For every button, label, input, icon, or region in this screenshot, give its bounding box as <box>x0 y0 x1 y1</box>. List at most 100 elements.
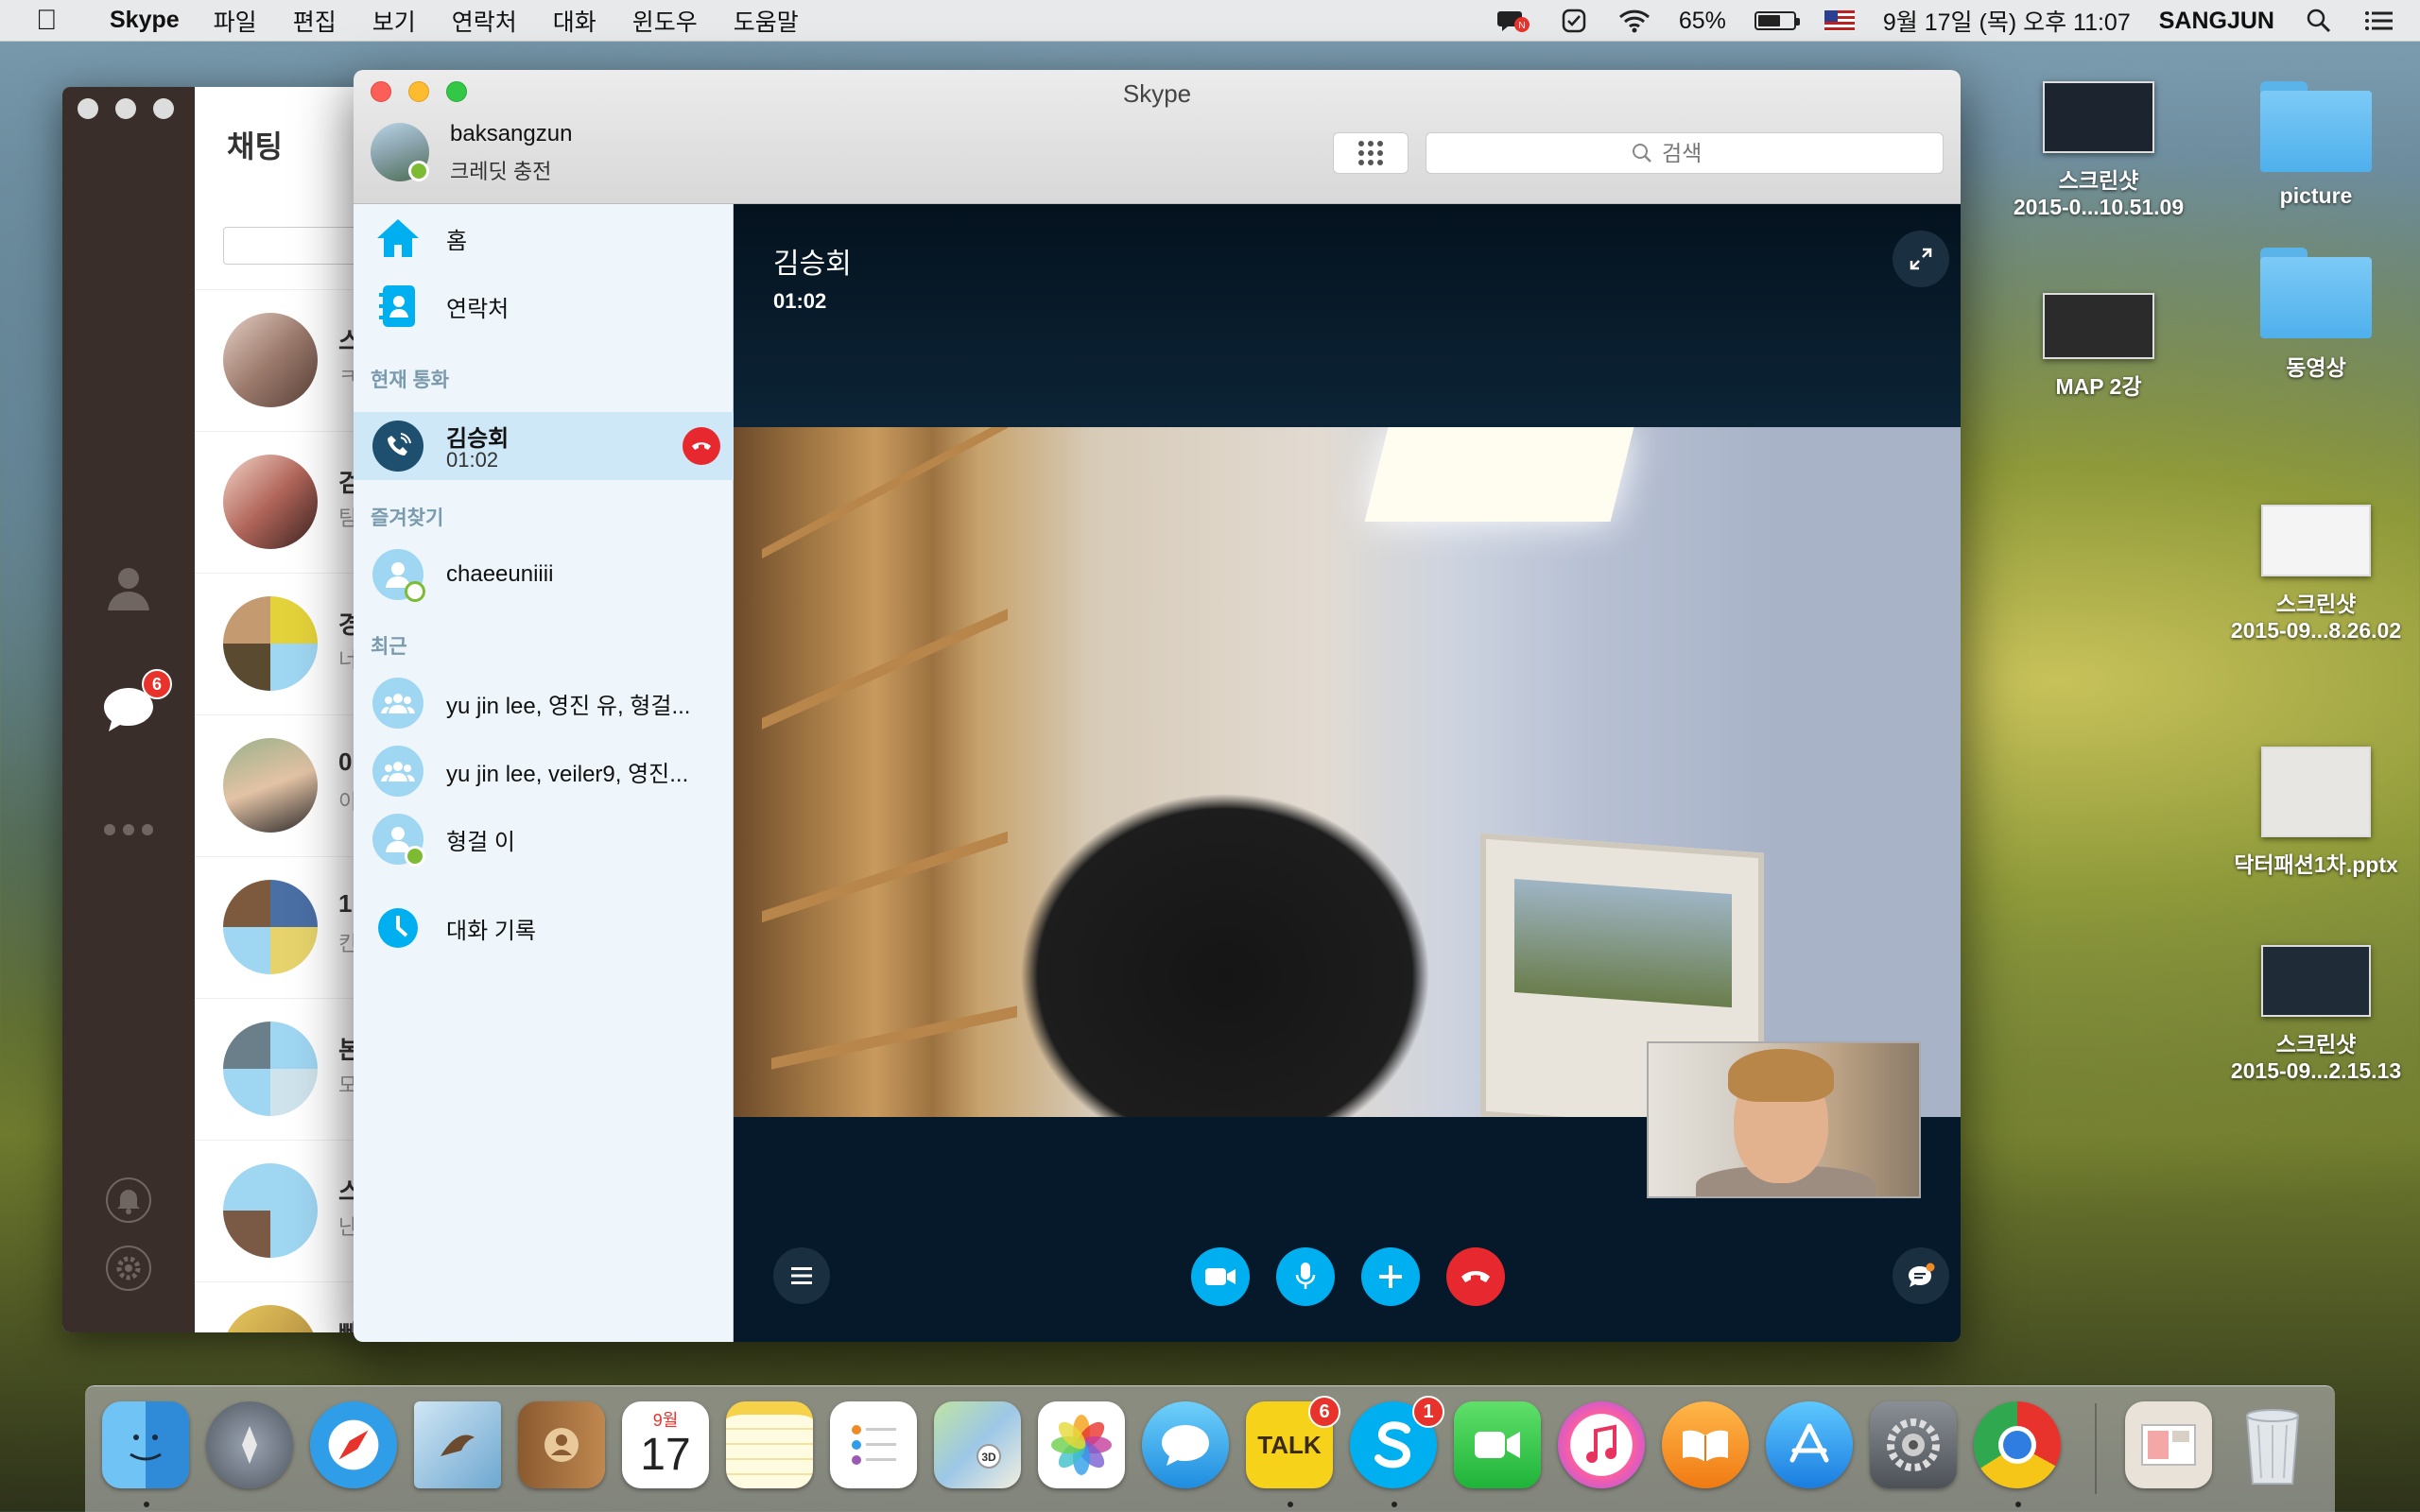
window-titlebar[interactable]: Skype baksangzun 크레딧 충전 <box>354 70 1961 204</box>
zoom-button[interactable] <box>153 98 174 119</box>
dock-mail-icon[interactable] <box>414 1401 501 1488</box>
desktop-folder-picture[interactable]: picture <box>2212 81 2420 209</box>
us-flag-icon[interactable] <box>1824 10 1855 31</box>
desktop-file-name: 스크린샷 <box>2058 168 2139 193</box>
chat-toggle-button[interactable] <box>1893 1247 1949 1304</box>
search-icon[interactable] <box>2303 7 2335 35</box>
desktop-folder-video[interactable]: 동영상 <box>2212 248 2420 382</box>
expand-icon <box>1910 248 1932 270</box>
sidebar-item-favorite[interactable]: chaeeuniiii <box>354 541 734 609</box>
dock-messages-icon[interactable] <box>1142 1401 1229 1488</box>
menu-view[interactable]: 보기 <box>372 4 416 38</box>
menu-app-name[interactable]: Skype <box>110 7 180 34</box>
dock-contacts-icon[interactable] <box>518 1401 605 1488</box>
desktop-file-map[interactable]: MAP 2강 <box>1985 293 2212 401</box>
search-input[interactable] <box>1662 140 1737 166</box>
desktop-file-screenshot-1[interactable]: 스크린샷 2015-0...10.51.09 <box>1985 81 2212 220</box>
dock-calendar-icon[interactable]: 9월 17 <box>622 1401 709 1488</box>
mute-button[interactable] <box>1276 1247 1335 1306</box>
sidebar-item-contacts[interactable]: 연락처 <box>354 272 734 340</box>
wifi-icon[interactable] <box>1618 7 1651 35</box>
search-field[interactable] <box>1426 132 1944 174</box>
dock-skype-icon[interactable]: 1 <box>1350 1396 1444 1488</box>
sidebar-item-history[interactable]: 대화 기록 <box>354 894 734 962</box>
menubar-user[interactable]: SANGJUN <box>2159 8 2274 35</box>
battery-percent[interactable]: 65% <box>1679 8 1726 35</box>
chat-window-sidebar: 6 <box>62 87 195 1332</box>
call-contact-name: 김승회 <box>773 249 852 280</box>
dock-safari-icon[interactable] <box>310 1401 397 1488</box>
folder-icon <box>2260 81 2372 172</box>
desktop-file-pptx[interactable]: 닥터패션1차.pptx <box>2203 747 2420 879</box>
dock-photos-icon[interactable] <box>1038 1401 1125 1488</box>
bell-icon[interactable] <box>100 1172 157 1228</box>
checkbox-icon[interactable] <box>1558 7 1590 35</box>
skype-chat-window[interactable]: 6 채팅 스 ㅋ 검 팀 경 너 0 이 1 킨 본 모 스 난 <box>62 87 384 1332</box>
sidebar-item-recent[interactable]: yu jin lee, veiler9, 영진... <box>354 737 734 805</box>
contacts-person-icon[interactable] <box>100 559 157 616</box>
menu-file[interactable]: 파일 <box>214 4 257 38</box>
dock-facetime-icon[interactable] <box>1454 1401 1541 1488</box>
desktop-file-screenshot-3[interactable]: 스크린샷 2015-09...2.15.13 <box>2203 945 2420 1084</box>
fullscreen-button[interactable] <box>1893 231 1949 287</box>
svg-text:3D: 3D <box>981 1451 996 1464</box>
self-video-preview[interactable] <box>1647 1041 1921 1198</box>
offline-status-icon <box>405 581 425 602</box>
hang-up-button[interactable] <box>1446 1247 1505 1306</box>
video-toggle-button[interactable] <box>1191 1247 1250 1306</box>
call-header: 김승회 01:02 <box>734 204 1961 427</box>
avatar <box>223 1022 318 1116</box>
running-indicator <box>1288 1502 1293 1507</box>
minimize-button[interactable] <box>115 98 136 119</box>
avatar <box>223 1305 318 1332</box>
dock-app-store-icon[interactable] <box>1766 1401 1853 1488</box>
dock-system-preferences-icon[interactable] <box>1870 1401 1957 1488</box>
menubar-datetime[interactable]: 9월 17일 (목) 오후 11:07 <box>1883 4 2131 38</box>
dock-itunes-icon[interactable] <box>1558 1401 1645 1488</box>
add-participant-button[interactable] <box>1361 1247 1420 1306</box>
dock-finder-icon[interactable] <box>102 1401 189 1488</box>
profile-avatar[interactable] <box>371 123 429 181</box>
close-button[interactable] <box>78 98 98 119</box>
menu-conversations[interactable]: 대화 <box>553 4 596 38</box>
favorite-name: chaeeuniiii <box>446 561 554 587</box>
call-menu-button[interactable] <box>773 1247 830 1304</box>
sidebar-hang-up-button[interactable] <box>683 427 720 465</box>
desktop-file-date: 2015-09...8.26.02 <box>2230 618 2402 643</box>
menu-window[interactable]: 윈도우 <box>632 4 698 38</box>
dock-notes-icon[interactable] <box>726 1401 813 1488</box>
menu-contacts[interactable]: 연락처 <box>452 4 517 38</box>
dock-reminders-icon[interactable] <box>830 1401 917 1488</box>
dock-maps-icon[interactable]: 3D <box>934 1401 1021 1488</box>
notification-chat-icon[interactable]: N <box>1496 7 1530 35</box>
dock-chrome-icon[interactable] <box>1974 1401 2061 1488</box>
folder-icon <box>2260 248 2372 338</box>
dock-launchpad-icon[interactable] <box>206 1401 293 1488</box>
apple-icon[interactable]:  <box>36 5 81 37</box>
search-icon <box>1633 144 1651 163</box>
recent-conversation-name: yu jin lee, veiler9, 영진... <box>446 761 689 787</box>
menu-help[interactable]: 도움말 <box>734 4 799 38</box>
sidebar-item-current-call[interactable]: 김승회 01:02 <box>354 412 734 480</box>
dock-kakaotalk-icon[interactable]: TALK 6 <box>1246 1396 1340 1488</box>
menu-edit[interactable]: 편집 <box>293 4 337 38</box>
battery-icon[interactable] <box>1754 11 1800 30</box>
sidebar-item-home[interactable]: 홈 <box>354 204 734 272</box>
profile-name[interactable]: baksangzun <box>450 121 572 147</box>
buy-credit-link[interactable]: 크레딧 충전 <box>450 155 551 185</box>
more-dots-icon[interactable] <box>100 801 157 858</box>
phone-icon <box>372 421 424 472</box>
desktop-file-screenshot-2[interactable]: 스크린샷 2015-09...8.26.02 <box>2203 505 2420 644</box>
group-icon <box>372 678 424 729</box>
sidebar-item-recent[interactable]: 형걸 이 <box>354 805 734 873</box>
dock-ibooks-icon[interactable] <box>1662 1401 1749 1488</box>
list-icon[interactable] <box>2363 7 2395 35</box>
calendar-day: 17 <box>640 1430 691 1480</box>
sidebar-item-recent[interactable]: yu jin lee, 영진 유, 형걸... <box>354 669 734 737</box>
dock-trash-icon[interactable] <box>2229 1401 2316 1488</box>
chat-bubble-icon[interactable]: 6 <box>100 669 172 737</box>
current-call-avatar <box>372 421 424 472</box>
dock-downloads-stack-icon[interactable] <box>2125 1401 2212 1488</box>
settings-gear-icon[interactable] <box>100 1240 157 1297</box>
dialpad-button[interactable] <box>1333 132 1409 174</box>
